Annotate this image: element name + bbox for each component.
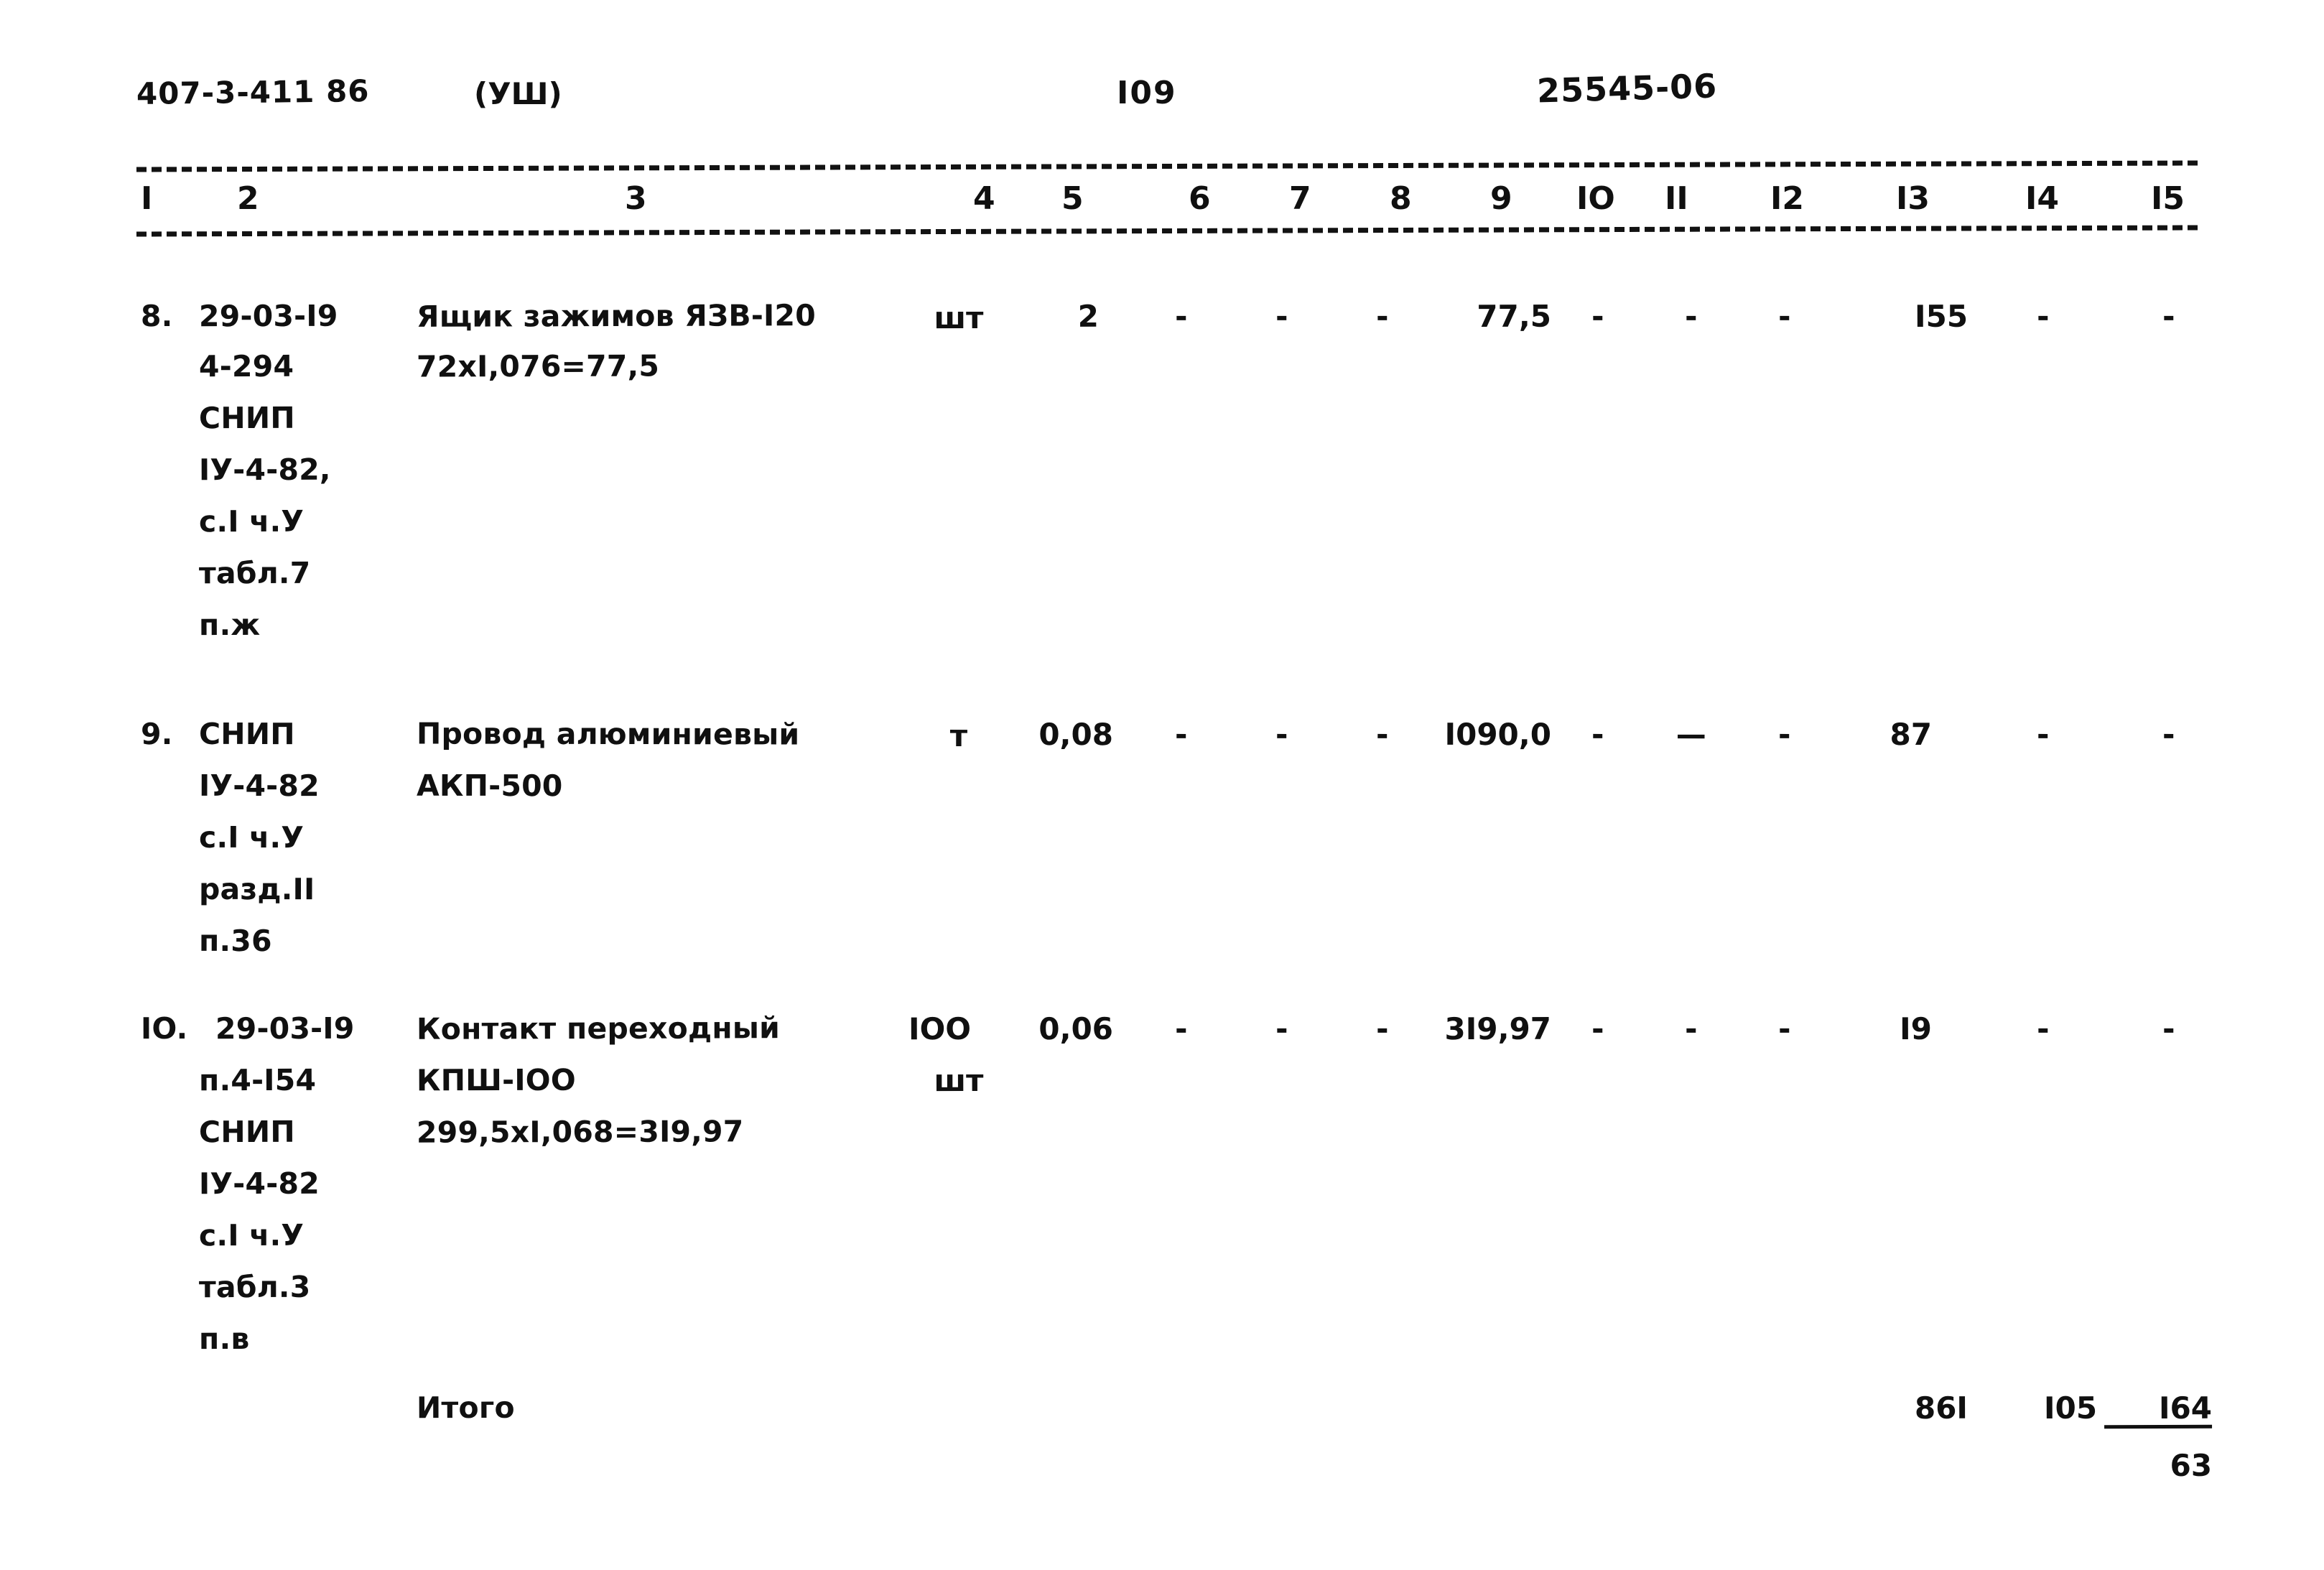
row-code-line: п.4-I54	[198, 1062, 317, 1098]
row-unit: шт	[934, 299, 984, 336]
row-code-line: п.ж	[198, 607, 261, 643]
row-col9: 77,5	[1477, 298, 1552, 335]
row-col11: -	[1684, 1011, 1698, 1047]
column-header-12: I2	[1770, 180, 1804, 217]
row-code-line: IУ-4-82,	[198, 452, 331, 488]
row-col13: I9	[1900, 1011, 1933, 1046]
row-code-line: IУ-4-82	[198, 768, 320, 804]
series-code: 407-3-411 86	[136, 73, 370, 111]
row-col12: -	[1777, 298, 1792, 335]
row-col12: -	[1777, 1011, 1792, 1047]
row-col11: -	[1684, 298, 1698, 335]
row-col8: -	[1375, 298, 1390, 335]
column-header-6: 6	[1189, 180, 1211, 217]
column-header-4: 4	[973, 180, 995, 217]
row-code-line: табл.3	[198, 1269, 311, 1305]
table-top-rule	[136, 160, 2198, 172]
column-header-11: II	[1665, 180, 1688, 217]
row-code-line: СНИП	[198, 716, 295, 752]
row-col15: -	[2162, 298, 2176, 335]
row-col10: -	[1591, 298, 1605, 335]
row-code-line: с.I ч.У	[198, 1217, 305, 1253]
row-col6: -	[1174, 1011, 1189, 1047]
part-label: (УШ)	[474, 76, 562, 111]
column-header-3: 3	[625, 180, 647, 217]
document-number: 25545-06	[1536, 66, 1718, 111]
row-code-line: табл.7	[198, 555, 311, 591]
row-description-line: АКП-500	[416, 768, 563, 804]
row-index: 9.	[140, 716, 173, 752]
column-header-8: 8	[1390, 180, 1412, 217]
row-col15: -	[2162, 716, 2176, 753]
row-unit: шт	[934, 1062, 984, 1099]
row-quantity: 2	[1077, 298, 1100, 334]
row-col14: -	[2036, 1011, 2050, 1047]
row-col6: -	[1174, 716, 1189, 753]
row-col9: 3I9,97	[1444, 1011, 1552, 1047]
row-description-line: Провод алюминиевый	[416, 716, 800, 752]
total-label: Итого	[416, 1390, 515, 1426]
row-code-line: СНИП	[198, 1114, 295, 1150]
row-code-line: п.36	[198, 923, 272, 959]
row-col10: -	[1591, 1011, 1605, 1047]
page-number: I09	[1117, 75, 1177, 111]
row-unit: IOO	[908, 1011, 972, 1047]
row-col14: -	[2036, 716, 2050, 753]
column-header-13: I3	[1896, 180, 1930, 217]
row-description-line: КПШ-IOO	[416, 1062, 576, 1098]
column-header-7: 7	[1289, 180, 1311, 217]
column-header-9: 9	[1490, 180, 1512, 217]
row-col15: -	[2162, 1011, 2176, 1047]
row-col6: -	[1174, 298, 1189, 335]
column-header-1: I	[141, 180, 153, 217]
row-col10: -	[1591, 716, 1605, 753]
row-col7: -	[1275, 298, 1289, 335]
row-code-line: 29-03-I9	[198, 298, 338, 334]
row-col11: —	[1675, 716, 1707, 753]
row-code-line: 29-03-I9	[215, 1011, 355, 1046]
row-col7: -	[1275, 716, 1289, 753]
row-code-line: IУ-4-82	[198, 1166, 320, 1202]
column-header-2: 2	[237, 180, 259, 217]
row-code-line: с.I ч.У	[198, 503, 305, 539]
row-index: 8.	[140, 298, 173, 334]
total-col13: 86I	[1914, 1390, 1969, 1426]
column-header-15: I5	[2151, 180, 2185, 217]
table-header-bottom-rule	[136, 225, 2198, 237]
total-col15-second: 63	[2170, 1447, 2213, 1483]
row-col9: I090,0	[1444, 716, 1552, 753]
total-col14: I05	[2043, 1390, 2098, 1426]
row-code-line: с.I ч.У	[198, 819, 305, 855]
document-page: 407-3-411 86 (УШ) I09 25545-06 I 2 3 4 5…	[0, 0, 2324, 1570]
row-code-line: п.в	[198, 1321, 250, 1357]
row-col14: -	[2036, 298, 2050, 335]
row-col13: 87	[1890, 716, 1933, 753]
row-col7: -	[1275, 1011, 1289, 1047]
row-description-line: Контакт переходный	[416, 1011, 781, 1046]
column-header-14: I4	[2025, 180, 2059, 217]
row-quantity: 0,08	[1038, 716, 1114, 753]
row-col12: -	[1777, 716, 1792, 753]
column-header-5: 5	[1061, 180, 1084, 217]
row-code-line: 4-294	[198, 348, 294, 384]
row-unit: т	[949, 717, 968, 754]
row-code-line: разд.II	[198, 871, 315, 907]
column-header-10: IO	[1576, 180, 1615, 217]
row-description-line: 299,5хI,068=3I9,97	[416, 1114, 744, 1150]
total-col15: I64	[2104, 1390, 2213, 1429]
row-col13: I55	[1914, 298, 1969, 334]
row-description-line: 72хI,076=77,5	[416, 348, 660, 384]
row-code-line: СНИП	[198, 400, 295, 436]
row-index: IO.	[140, 1011, 188, 1046]
row-description-line: Ящик зажимов ЯЗВ-I20	[416, 298, 816, 334]
row-quantity: 0,06	[1038, 1011, 1114, 1047]
